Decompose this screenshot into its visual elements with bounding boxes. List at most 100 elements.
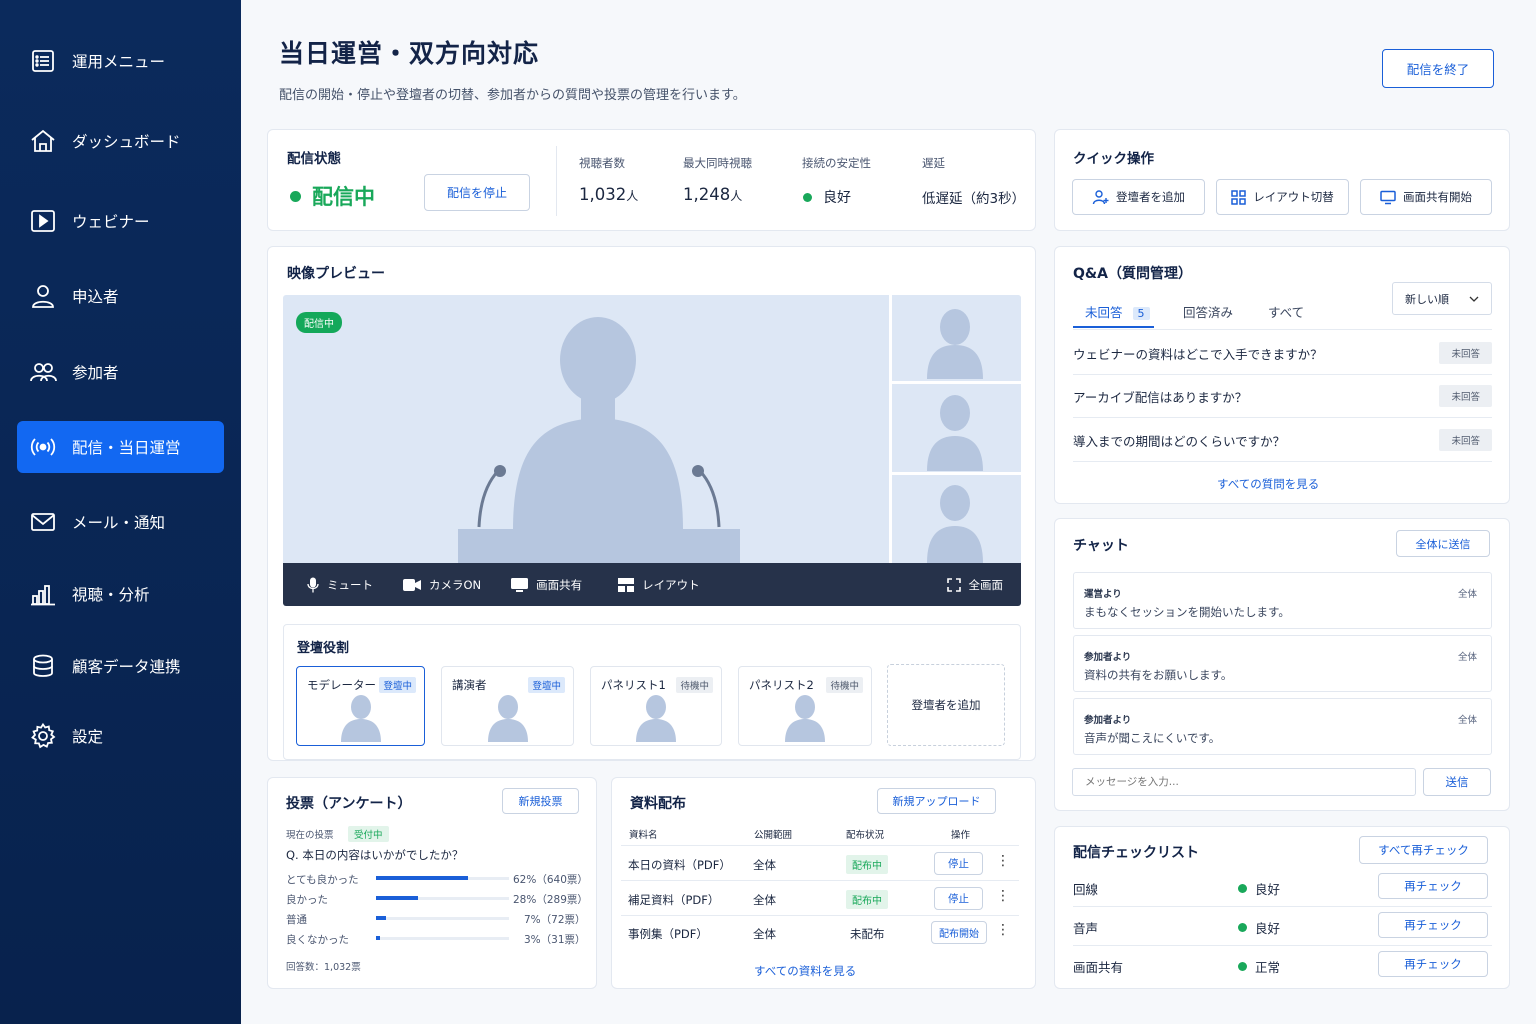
checklist-item-label: 画面共有 [1073,960,1124,975]
tab-answered[interactable]: 回答済み [1183,302,1233,321]
status-ok-icon [1238,923,1247,932]
chat-title: チャット [1073,538,1129,554]
sidebar-item-crm[interactable]: 顧客データ連携 [17,640,224,692]
role-card-panelist-1[interactable]: パネリスト1 待機中 [590,666,722,746]
more-menu-icon[interactable]: ⋮ [996,922,1010,938]
mute-control[interactable]: ミュート [307,577,373,593]
send-to-all-button[interactable]: 全体に送信 [1396,530,1490,557]
gear-icon [31,722,56,749]
view-all-questions-link[interactable]: すべての質問を見る [1217,476,1319,492]
sidebar-item-analytics[interactable]: 視聴・分析 [17,568,224,620]
poll-option-result: 62%（640票） [513,874,588,886]
material-status: 未配布 [850,927,885,941]
sidebar-item-operation-menu[interactable]: 運用メニュー [17,35,224,87]
add-speaker-slot[interactable]: 登壇者を追加 [887,664,1005,746]
peak-unit: 人 [730,189,743,203]
screen-share-start-button[interactable]: 画面共有開始 [1360,179,1492,215]
sidebar-item-settings[interactable]: 設定 [17,710,224,762]
tab-all[interactable]: すべて [1268,302,1304,321]
viewers-value: 1,032人 [579,185,638,204]
view-all-materials-link[interactable]: すべての資料を見る [754,963,856,979]
chat-message: 参加者より 全体 資料の共有をお願いします。 [1073,635,1492,692]
layout-control[interactable]: レイアウト [618,577,700,593]
sort-select[interactable]: 新しい順 [1392,282,1492,315]
sidebar-item-label: 設定 [72,728,104,746]
poll-bar-track [376,917,509,920]
question-item[interactable]: アーカイブ配信はありますか？ 未回答 [1073,375,1492,418]
upload-button[interactable]: 新規アップロード [877,788,996,814]
material-name: 事例集（PDF） [628,927,708,941]
question-item[interactable]: ウェビナーの資料はどこで入手できますか？ 未回答 [1073,332,1492,375]
latency-label: 遅延 [922,156,945,170]
menu-list-icon [32,50,54,72]
poll-option-label: とても良かった [286,874,359,886]
material-scope: 全体 [753,893,776,907]
more-menu-icon[interactable]: ⋮ [996,853,1010,869]
page-title: 当日運営・双方向対応 [279,39,540,68]
sidebar-item-label: 配信・当日運営 [72,439,181,457]
role-card-moderator[interactable]: モデレーター 登壇中 [296,666,425,746]
sidebar-item-participants[interactable]: 参加者 [17,346,224,398]
poll-bar-track [376,937,509,940]
add-speaker-button[interactable]: 登壇者を追加 [1072,179,1205,215]
broadcast-icon [30,438,56,456]
sidebar-item-broadcast[interactable]: 配信・当日運営 [17,421,224,473]
tab-unanswered[interactable]: 未回答 5 [1073,302,1154,328]
material-name: 補足資料（PDF） [628,893,720,907]
video-preview-title: 映像プレビュー [287,266,385,282]
recheck-button[interactable]: 再チェック [1378,873,1488,899]
camera-control[interactable]: カメラON [403,577,481,593]
role-name: 講演者 [452,678,487,692]
microphone-icon [307,577,319,592]
live-badge: 配信中 [296,312,342,333]
divider [621,845,1019,846]
sidebar-item-webinar[interactable]: ウェビナー [17,195,224,247]
status-ok-icon [1238,962,1247,971]
poll-question: Q. 本日の内容はいかがでしたか？ [286,848,464,862]
latency-value: 低遅延（約3秒） [922,191,1026,207]
screen-share-control[interactable]: 画面共有 [511,577,582,593]
sort-value: 新しい順 [1405,292,1449,306]
role-card-speaker[interactable]: 講演者 登壇中 [441,666,574,746]
role-status-badge: 登壇中 [528,677,565,693]
checklist-item-label: 回線 [1073,882,1099,897]
sidebar-item-applicants[interactable]: 申込者 [17,270,224,322]
checklist-item-label: 音声 [1073,921,1099,936]
live-status-text: 配信中 [312,185,375,209]
chat-send-button[interactable]: 送信 [1423,768,1491,796]
fullscreen-control[interactable]: 全画面 [946,577,1003,593]
recheck-button[interactable]: 再チェック [1378,951,1488,977]
sidebar-item-dashboard[interactable]: ダッシュボード [17,115,224,167]
chat-message: 参加者より 全体 音声が聞こえにくいです。 [1073,698,1492,755]
material-scope: 全体 [753,858,776,872]
checklist-item: 音声 良好 再チェック [1073,907,1492,946]
tab-label: 未回答 [1085,305,1123,320]
video-preview[interactable]: 配信中 ミュート カメラON 画面共有 レイアウト 全画面 [283,295,1021,606]
new-poll-button[interactable]: 新規投票 [502,788,579,814]
recheck-all-button[interactable]: すべて再チェック [1359,836,1488,864]
camera-label: カメラON [429,577,482,592]
page-description: 配信の開始・停止や登壇者の切替、参加者からの質問や投票の管理を行います。 [279,88,746,103]
poll-option-result: 3%（31票） [524,934,586,946]
sidebar-item-mail[interactable]: メール・通知 [17,496,224,548]
recheck-button[interactable]: 再チェック [1378,912,1488,938]
mail-icon [31,513,55,531]
end-broadcast-button[interactable]: 配信を終了 [1382,49,1494,88]
avatar-icon [340,695,381,742]
sidebar-item-label: メール・通知 [72,514,166,532]
divider [1073,329,1492,330]
quick-actions-title: クイック操作 [1073,151,1154,167]
poll-bar-fill [376,876,468,880]
stop-distribution-button[interactable]: 停止 [934,852,983,875]
question-item[interactable]: 導入までの期間はどのくらいですか？ 未回答 [1073,419,1492,462]
chat-message-input[interactable] [1072,768,1416,796]
layout-switch-button[interactable]: レイアウト切替 [1216,179,1349,215]
more-menu-icon[interactable]: ⋮ [996,888,1010,904]
checklist-status: 良好 [1238,918,1280,937]
stop-distribution-button[interactable]: 停止 [934,887,983,910]
role-card-panelist-2[interactable]: パネリスト2 待機中 [738,666,872,746]
message-sender: 参加者より [1084,652,1132,663]
stop-broadcast-button[interactable]: 配信を停止 [424,174,530,211]
start-distribution-button[interactable]: 配布開始 [931,921,987,944]
chevron-down-icon [1469,296,1479,302]
